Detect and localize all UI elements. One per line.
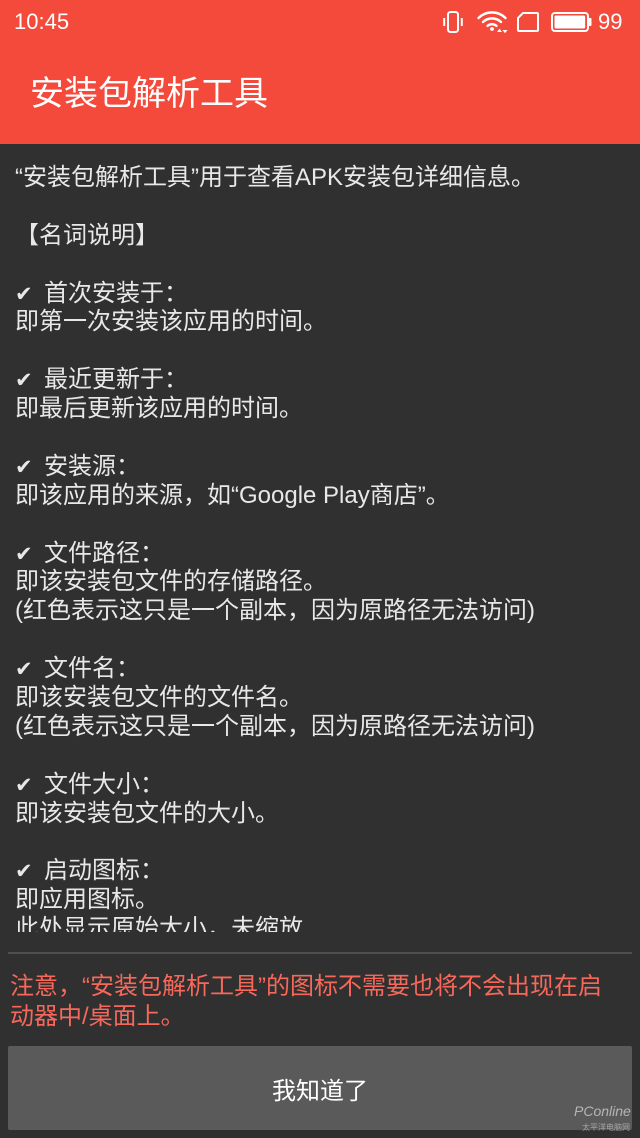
check-icon: ✔	[15, 859, 33, 884]
battery-fill	[554, 15, 586, 29]
term-item: ✔ 启动图标： 即应用图标。 此处显示原始大小，未缩放	[15, 857, 630, 932]
section-heading-block: 【名词说明】	[15, 222, 630, 251]
term-label: 启动图标：	[44, 857, 164, 885]
term-label: 最近更新于：	[44, 366, 188, 394]
term-title: ✔ 安装源：	[15, 453, 630, 482]
intro-text: “安装包解析工具”用于查看APK安装包详细信息。	[15, 164, 536, 191]
app-title: 安装包解析工具	[30, 75, 268, 113]
intro-block: “安装包解析工具”用于查看APK安装包详细信息。	[15, 164, 630, 193]
term-label: 文件大小：	[44, 770, 164, 798]
term-title: ✔ 启动图标：	[15, 857, 630, 886]
term-title: ✔ 首次安装于：	[15, 280, 630, 309]
check-icon: ✔	[15, 368, 33, 393]
term-label: 首次安装于：	[44, 279, 188, 307]
term-note: 此处显示原始大小，未缩放	[15, 915, 303, 932]
term-item: ✔ 文件路径： 即该安装包文件的存储路径。 (红色表示这只是一个副本，因为原路径无…	[15, 540, 630, 627]
term-title: ✔ 文件大小：	[15, 771, 630, 800]
check-icon: ✔	[15, 454, 33, 479]
term-note: (红色表示这只是一个副本，因为原路径无法访问)	[15, 597, 535, 625]
check-icon: ✔	[15, 541, 33, 566]
term-note: (红色表示这只是一个副本，因为原路径无法访问)	[15, 712, 535, 740]
vibrate-icon	[443, 11, 463, 33]
term-item: ✔ 文件大小： 即该安装包文件的大小。	[15, 771, 630, 829]
term-item: ✔ 安装源： 即该应用的来源，如“Google Play商店”。	[15, 453, 630, 511]
term-description: 即应用图标。	[15, 886, 159, 914]
term-description: 即最后更新该应用的时间。	[15, 395, 303, 423]
sim-card-icon	[517, 12, 539, 32]
term-label: 文件名：	[44, 655, 140, 683]
battery-percent: 99	[598, 9, 623, 34]
check-icon: ✔	[15, 772, 33, 797]
got-it-button[interactable]: 我知道了	[8, 1046, 632, 1130]
status-bar: 10:45 99	[0, 0, 640, 44]
battery-icon	[551, 12, 592, 32]
term-title: ✔ 文件路径：	[15, 540, 630, 569]
watermark-subtext: 太平洋电脑网	[582, 1123, 630, 1132]
check-icon: ✔	[15, 657, 33, 682]
term-title: ✔ 最近更新于：	[15, 366, 630, 395]
divider	[8, 952, 632, 954]
term-label: 安装源：	[44, 452, 140, 480]
help-content-scroll[interactable]: “安装包解析工具”用于查看APK安装包详细信息。 【名词说明】 ✔ 首次安装于： …	[0, 144, 640, 932]
term-description: 即该安装包文件的大小。	[15, 799, 279, 827]
check-icon: ✔	[15, 281, 33, 306]
term-item: ✔ 首次安装于： 即第一次安装该应用的时间。	[15, 280, 630, 338]
term-label: 文件路径：	[44, 539, 164, 567]
term-description: 即该安装包文件的文件名。	[15, 684, 303, 712]
notice-text: 注意，“安装包解析工具”的图标不需要也将不会出现在启动器中/桌面上。	[10, 973, 602, 1030]
term-title: ✔ 文件名：	[15, 655, 630, 684]
app-bar: 安装包解析工具	[0, 44, 640, 144]
term-description: 即该应用的来源，如“Google Play商店”。	[15, 481, 450, 509]
section-heading: 【名词说明】	[15, 221, 159, 249]
term-description: 即第一次安装该应用的时间。	[15, 308, 327, 336]
term-description: 即该安装包文件的存储路径。	[15, 568, 327, 596]
status-time: 10:45	[14, 9, 70, 34]
term-item: ✔ 文件名： 即该安装包文件的文件名。 (红色表示这只是一个副本，因为原路径无法访…	[15, 655, 630, 742]
watermark-logo: PConline	[574, 1103, 631, 1119]
wifi-icon	[477, 11, 508, 34]
term-item: ✔ 最近更新于： 即最后更新该应用的时间。	[15, 366, 630, 424]
